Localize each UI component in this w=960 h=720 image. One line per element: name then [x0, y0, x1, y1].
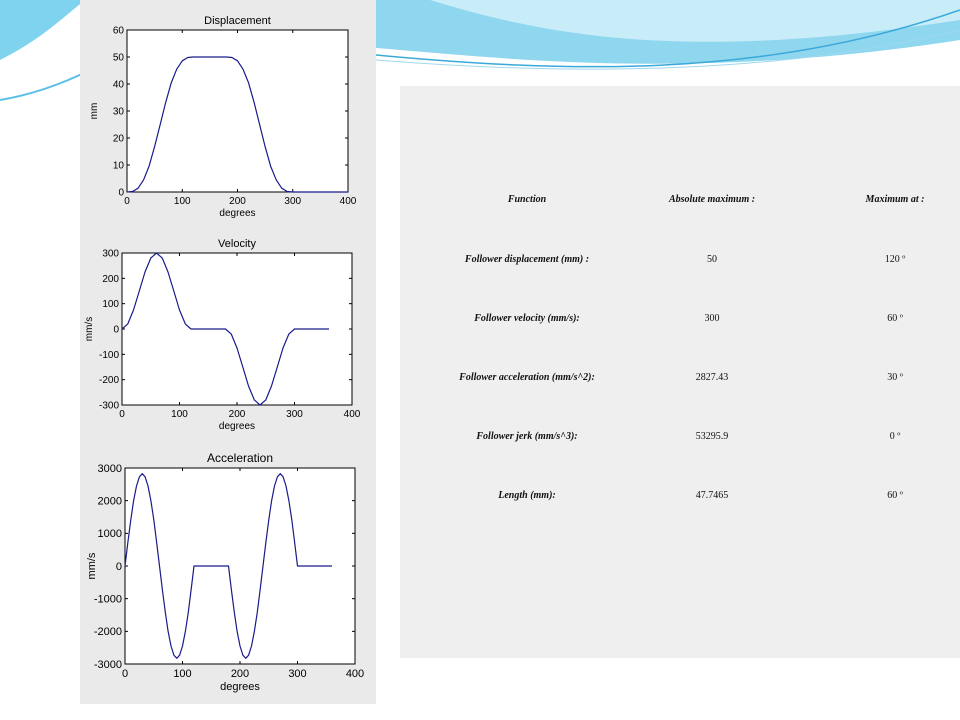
row-value-jerk: 53295.9: [695, 431, 729, 442]
displacement-ytick-label: 0: [118, 188, 124, 199]
velocity-xlabel: degrees: [219, 421, 255, 432]
displacement-xtick-label: 300: [284, 196, 301, 207]
velocity-ytick-label: 100: [102, 299, 119, 310]
displacement-ytick-label: 20: [113, 134, 125, 145]
velocity-ytick-label: -100: [99, 350, 119, 361]
row-at-velocity: 60 º: [887, 313, 903, 324]
row-label-displacement: Follower displacement (mm) :: [464, 254, 590, 265]
row-value-velocity: 300: [704, 313, 720, 324]
displacement-ylabel: mm: [89, 103, 100, 120]
acceleration-ytick-label: -2000: [94, 626, 122, 638]
velocity-xtick-label: 400: [344, 409, 361, 420]
velocity-xtick-label: 0: [119, 409, 125, 420]
row-label-velocity: Follower velocity (mm/s):: [474, 313, 580, 324]
displacement-ytick-label: 40: [113, 80, 125, 91]
acceleration-ylabel: mm/s: [86, 552, 98, 579]
displacement-ytick-label: 50: [113, 53, 125, 64]
velocity-ytick-label: 0: [113, 325, 119, 336]
velocity-xtick-label: 300: [286, 409, 303, 420]
acceleration-xtick-label: 400: [346, 668, 364, 680]
acceleration-ytick-label: 3000: [98, 463, 122, 475]
acceleration-ytick-label: -1000: [94, 594, 122, 606]
acceleration-ytick-label: 2000: [98, 496, 122, 508]
acceleration-xtick-label: 300: [288, 668, 306, 680]
velocity-xtick-label: 100: [171, 409, 188, 420]
row-label-acceleration: Follower acceleration (mm/s^2):: [459, 372, 595, 383]
header-absolute-maximum: Absolute maximum :: [668, 194, 756, 205]
displacement-xtick-label: 100: [174, 196, 191, 207]
displacement-chart: Displacement 0 100 200 300 400 0 10 20 30 40 50 60 de…: [89, 15, 357, 219]
acceleration-chart: Acceleration 0 100 200 300 400 -3000 -2000 -1000…: [86, 451, 364, 693]
displacement-ytick-label: 30: [113, 107, 125, 118]
row-label-length: Length (mm):: [498, 490, 556, 501]
displacement-xlabel: degrees: [219, 208, 255, 219]
displacement-plot-area: [126, 29, 349, 193]
velocity-ytick-label: 200: [102, 274, 119, 285]
velocity-ylabel: mm/s: [84, 317, 95, 341]
displacement-ytick-label: 10: [113, 161, 125, 172]
displacement-ytick-label: 60: [113, 26, 125, 37]
acceleration-ytick-label: -3000: [94, 659, 122, 671]
displacement-xtick-label: 200: [229, 196, 246, 207]
velocity-ytick-label: -200: [99, 375, 119, 386]
header-maximum-at: Maximum at :: [865, 194, 925, 205]
row-at-acceleration: 30 º: [887, 372, 903, 383]
acceleration-xtick-label: 0: [122, 668, 128, 680]
results-table: Function Absolute maximum : Maximum at :…: [400, 86, 960, 658]
row-at-displacement: 120 º: [884, 254, 906, 265]
row-value-length: 47.7465: [695, 490, 729, 501]
velocity-xtick-label: 200: [229, 409, 246, 420]
displacement-xtick-label: 400: [340, 196, 357, 207]
acceleration-ytick-label: 0: [116, 561, 122, 573]
row-label-jerk: Follower jerk (mm/s^3):: [476, 431, 578, 442]
row-value-acceleration: 2827.43: [695, 372, 729, 383]
velocity-title: Velocity: [218, 238, 256, 250]
acceleration-ytick-label: 1000: [98, 528, 122, 540]
acceleration-xtick-label: 200: [231, 668, 249, 680]
acceleration-title: Acceleration: [207, 451, 273, 465]
velocity-ytick-label: 300: [102, 249, 119, 260]
acceleration-xtick-label: 100: [173, 668, 191, 680]
row-at-jerk: 0 º: [889, 431, 901, 442]
velocity-ytick-label: -300: [99, 401, 119, 412]
header-function: Function: [507, 194, 547, 205]
displacement-xtick-label: 0: [124, 196, 130, 207]
displacement-title: Displacement: [204, 15, 271, 27]
row-at-length: 60 º: [887, 490, 903, 501]
acceleration-xlabel: degrees: [220, 681, 260, 693]
velocity-chart: Velocity 0 100 200 300 400 -300 -200 -100 0 100 200…: [84, 238, 361, 432]
row-value-displacement: 50: [707, 254, 717, 265]
